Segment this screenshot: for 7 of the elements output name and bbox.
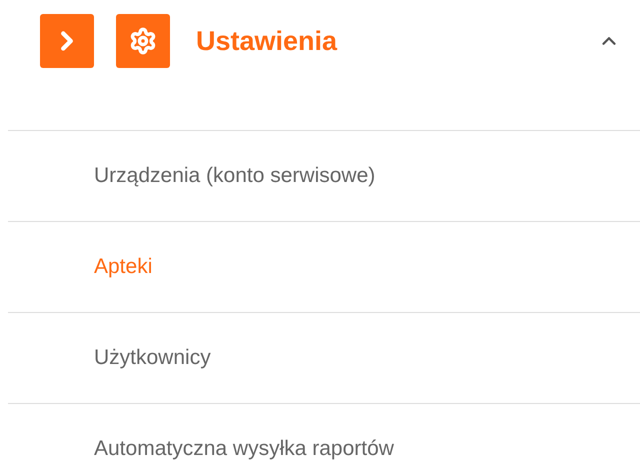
menu-item[interactable]: Automatyczna wysyłka raportów [94, 433, 394, 462]
section-title: Ustawienia [196, 24, 338, 58]
menu-item[interactable]: Urządzenia (konto serwisowe) [94, 160, 376, 192]
expand-button[interactable] [40, 14, 94, 68]
settings-button[interactable] [116, 14, 170, 68]
menu-item[interactable]: Użytkownicy [94, 342, 211, 374]
gear-icon [129, 27, 157, 55]
